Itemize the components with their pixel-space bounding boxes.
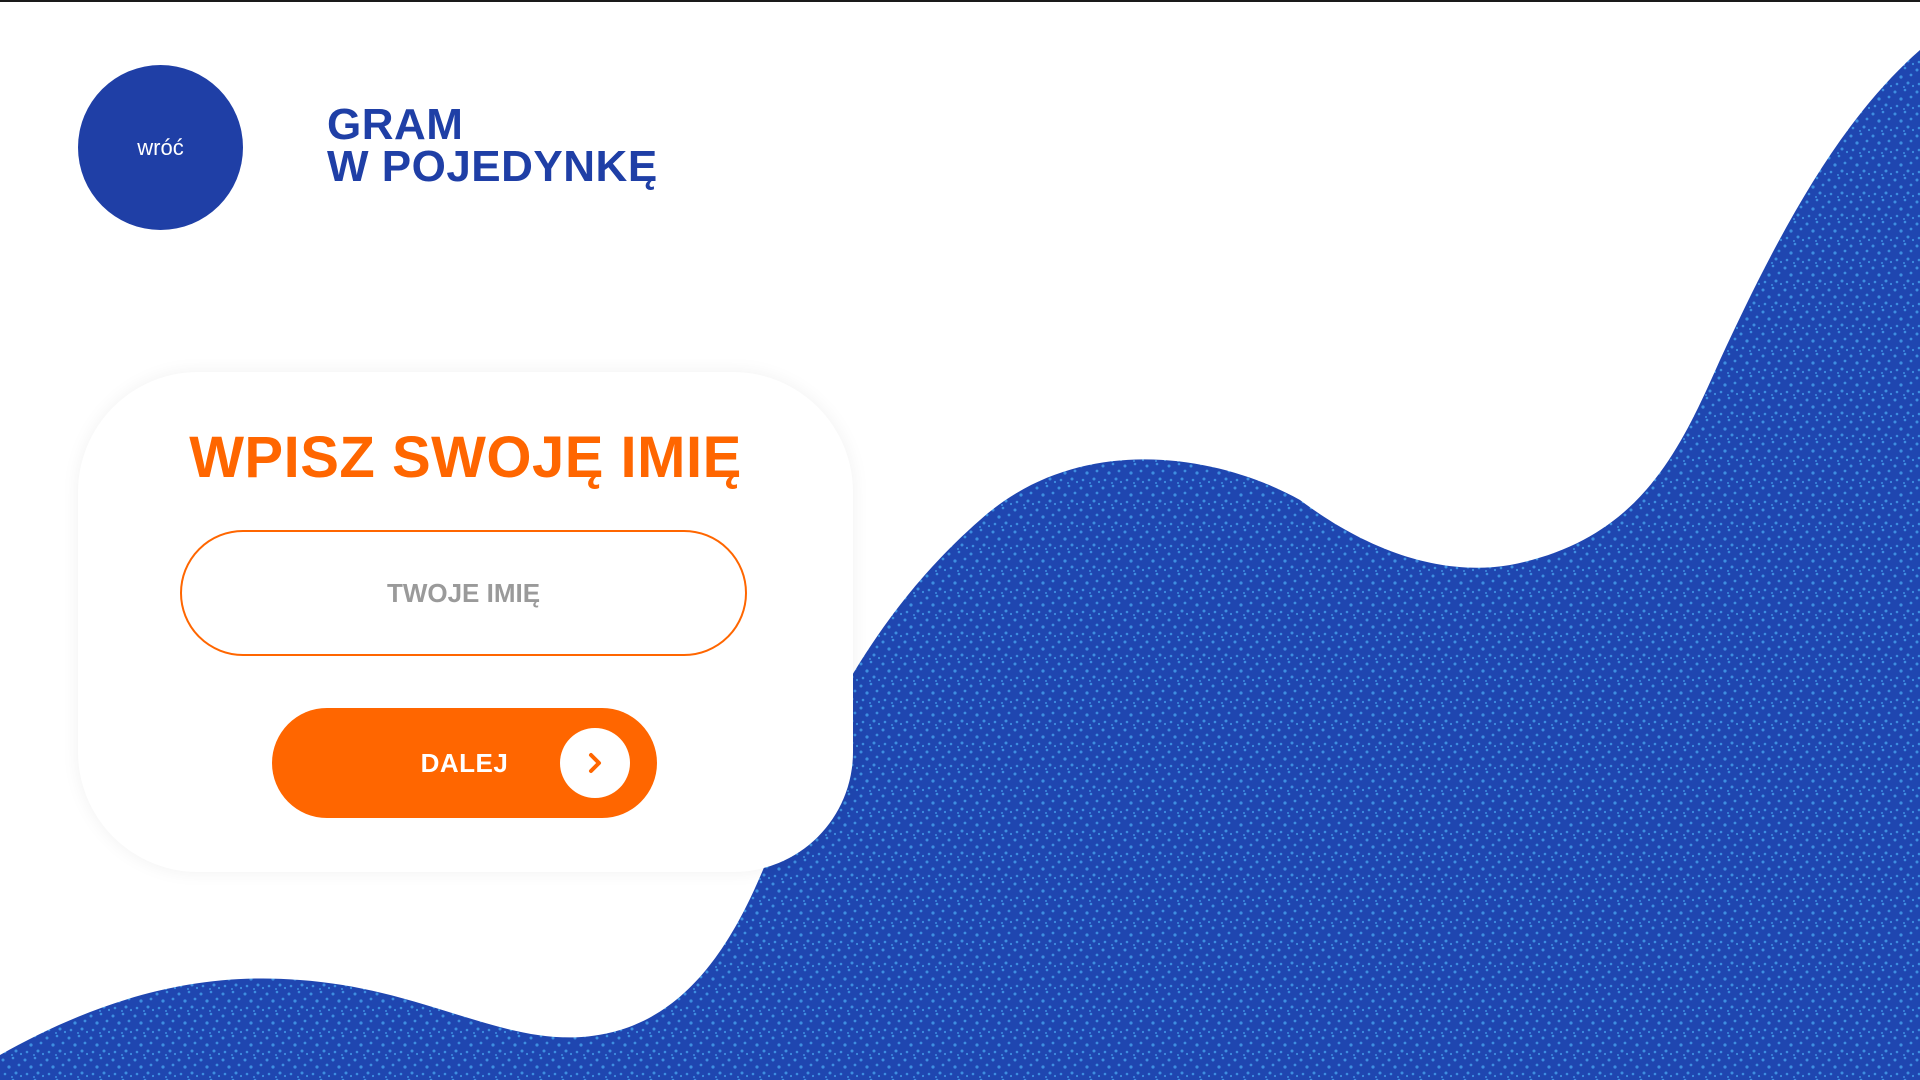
game-mode-title: GRAM W POJEDYNKĘ [327,100,658,191]
back-button[interactable]: wróć [78,65,243,230]
game-mode-title-line2: W POJEDYNKĘ [327,142,658,191]
app-screen: wróć GRAM W POJEDYNKĘ WPISZ SWOJĘ IMIĘ D… [0,0,1920,1080]
name-entry-card: WPISZ SWOJĘ IMIĘ DALEJ [78,372,853,872]
chevron-right-icon [560,728,630,798]
game-mode-title-line1: GRAM [327,100,464,149]
next-button[interactable]: DALEJ [272,708,657,818]
back-button-label: wróć [137,134,184,160]
name-input[interactable] [180,530,747,656]
name-entry-heading: WPISZ SWOJĘ IMIĘ [189,425,742,490]
